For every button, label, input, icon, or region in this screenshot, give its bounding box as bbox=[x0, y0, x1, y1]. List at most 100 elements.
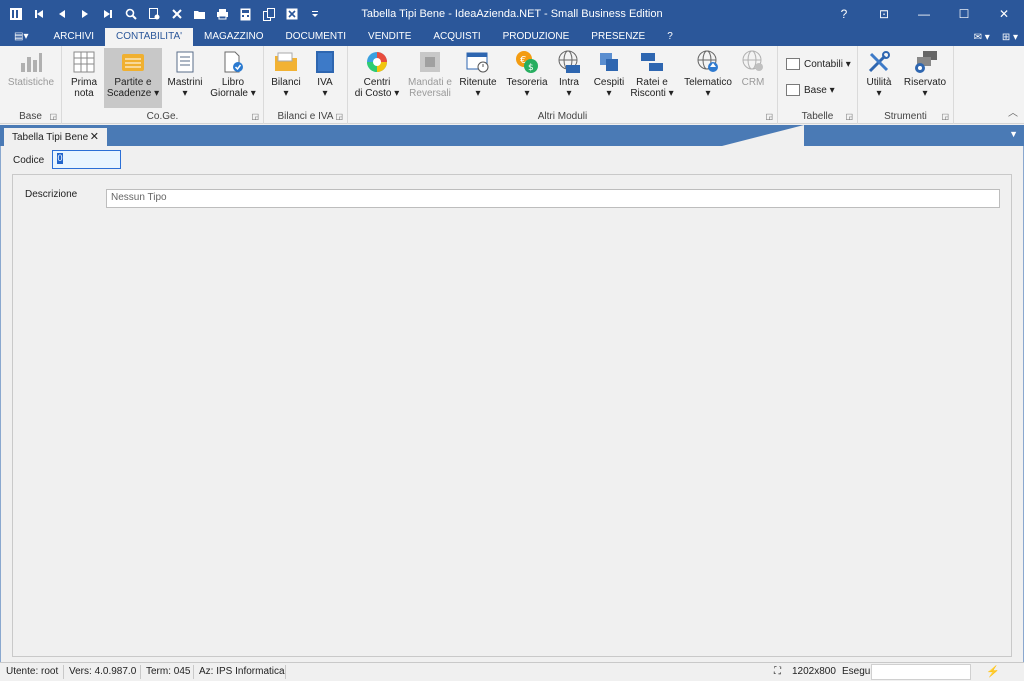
group-label-coge: Co.Ge. bbox=[146, 111, 179, 122]
tesoreria-button[interactable]: € $ Tesoreria ▾ bbox=[504, 48, 550, 99]
bilanci-button[interactable]: Bilanci ▾ bbox=[270, 48, 302, 99]
globe-pin-icon bbox=[741, 50, 765, 74]
tabelle-contabili-button[interactable]: Contabili ▾ bbox=[786, 58, 851, 70]
file-menu-button[interactable]: ▤▾ bbox=[0, 28, 42, 46]
currency-coins-icon: € $ bbox=[515, 50, 539, 74]
document-icon bbox=[173, 50, 197, 74]
iva-button[interactable]: IVA ▾ bbox=[310, 48, 340, 99]
descrizione-label: Descrizione bbox=[25, 189, 78, 200]
color-wheel-icon bbox=[365, 50, 389, 74]
window-layout-menu-icon[interactable]: ⊞ ▾ bbox=[1002, 32, 1018, 43]
libro-giornale-button[interactable]: Libro Giornale ▾ bbox=[208, 48, 258, 99]
tab-bar-wedge bbox=[722, 125, 804, 146]
status-user: Utente: root bbox=[6, 666, 59, 677]
group-bilanci-iva: Bilanci ▾ IVA ▾ Bilanci e IVA ◲ bbox=[264, 46, 348, 124]
centri-di-costo-button[interactable]: Centri di Costo ▾ bbox=[352, 48, 402, 99]
stop-icon bbox=[418, 50, 442, 74]
dialog-launcher-icon[interactable]: ◲ bbox=[49, 112, 57, 121]
tab-contabilita[interactable]: CONTABILITA' bbox=[105, 28, 194, 46]
group-label-altri-moduli: Altri Moduli bbox=[537, 111, 588, 122]
document-tab[interactable]: Tabella Tipi Bene ✕ bbox=[4, 128, 107, 146]
lightning-icon[interactable]: ⚡ bbox=[986, 665, 1000, 678]
group-tabelle: Contabili ▾ Base ▾ Tabelle ◲ bbox=[778, 46, 858, 124]
dialog-launcher-icon[interactable]: ◲ bbox=[335, 112, 343, 121]
status-resolution: 1202x800 bbox=[792, 666, 836, 677]
status-bar: Utente: root Vers: 4.0.987.0 Term: 045 A… bbox=[0, 662, 1024, 681]
dialog-launcher-icon[interactable]: ◲ bbox=[941, 112, 949, 121]
window-clock-icon bbox=[466, 50, 490, 74]
globe-upload-icon bbox=[696, 50, 720, 74]
document-tab-bar: Tabella Tipi Bene ✕ ▼ bbox=[0, 125, 1024, 146]
dialog-launcher-icon[interactable]: ◲ bbox=[845, 112, 853, 121]
collapse-ribbon-icon[interactable]: ︿ bbox=[1008, 104, 1018, 119]
group-label-strumenti: Strumenti bbox=[884, 111, 927, 122]
codice-input[interactable]: 0 bbox=[52, 150, 121, 169]
mastrini-button[interactable]: Mastrini ▾ bbox=[166, 48, 204, 99]
tab-acquisti[interactable]: ACQUISTI bbox=[422, 28, 491, 46]
codice-value: 0 bbox=[57, 153, 63, 164]
ribbon-tab-strip: ▤▾ ARCHIVI CONTABILITA' MAGAZZINO DOCUME… bbox=[0, 28, 1024, 46]
tab-magazzino[interactable]: MAGAZZINO bbox=[193, 28, 274, 46]
codice-label: Codice bbox=[13, 155, 45, 166]
fullscreen-icon[interactable]: ⛶ bbox=[774, 666, 781, 677]
table-icon bbox=[786, 84, 800, 96]
status-version: Vers: 4.0.987.0 bbox=[69, 666, 137, 677]
verified-document-icon bbox=[221, 50, 245, 74]
restore-layout-button[interactable]: ⊡ bbox=[864, 0, 904, 28]
mail-menu-icon[interactable]: ✉ ▾ bbox=[974, 32, 990, 43]
riservato-button[interactable]: Riservato ▾ bbox=[902, 48, 948, 99]
group-strumenti: Utilità ▾ Riservato ▾ Strumenti ◲ bbox=[858, 46, 954, 124]
document-tab-label: Tabella Tipi Bene bbox=[12, 131, 89, 143]
ledger-icon bbox=[121, 50, 145, 74]
minimize-button[interactable]: — bbox=[904, 0, 944, 28]
utilita-button[interactable]: Utilità ▾ bbox=[864, 48, 894, 99]
descrizione-input[interactable]: Nessun Tipo bbox=[106, 189, 1000, 208]
table-icon bbox=[786, 58, 800, 70]
tab-documenti[interactable]: DOCUMENTI bbox=[274, 28, 357, 46]
tab-help[interactable]: ? bbox=[656, 28, 684, 46]
globe-abc-icon bbox=[557, 50, 581, 74]
tab-vendite[interactable]: VENDITE bbox=[357, 28, 422, 46]
folder-stack-icon bbox=[274, 50, 298, 74]
settings-windows-icon bbox=[913, 50, 937, 74]
esegui-input[interactable] bbox=[871, 664, 971, 680]
help-button[interactable]: ? bbox=[824, 0, 864, 28]
prima-nota-button[interactable]: Prima nota bbox=[66, 48, 102, 99]
stacked-blocks-icon bbox=[597, 50, 621, 74]
cespiti-button[interactable]: Cespiti ▾ bbox=[592, 48, 626, 99]
mandati-reversali-button[interactable]: Mandati e Reversali bbox=[406, 48, 454, 99]
tab-presenze[interactable]: PRESENZE bbox=[580, 28, 656, 46]
group-coge: Prima nota Partite e Scadenze ▾ Mastrini… bbox=[62, 46, 264, 124]
form-area: Codice 0 Descrizione Nessun Tipo bbox=[0, 146, 1024, 662]
tab-produzione[interactable]: PRODUZIONE bbox=[492, 28, 581, 46]
close-tab-icon[interactable]: ✕ bbox=[90, 130, 99, 143]
tab-list-dropdown-icon[interactable]: ▼ bbox=[1009, 129, 1018, 139]
crm-button[interactable]: CRM bbox=[738, 48, 768, 88]
journal-grid-icon bbox=[72, 50, 96, 74]
group-base: Statistiche Base ◲ bbox=[0, 46, 62, 124]
group-altri-moduli: Centri di Costo ▾ Mandati e Reversali Ri… bbox=[348, 46, 778, 124]
ritenute-button[interactable]: Ritenute ▾ bbox=[458, 48, 498, 99]
status-terminal: Term: 045 bbox=[146, 666, 191, 677]
telematico-button[interactable]: Telematico ▾ bbox=[682, 48, 734, 99]
tabelle-base-button[interactable]: Base ▾ bbox=[786, 84, 835, 96]
dialog-launcher-icon[interactable]: ◲ bbox=[251, 112, 259, 121]
ribbon: Statistiche Base ◲ Prima nota Partite e … bbox=[0, 46, 1024, 124]
ratei-risconti-button[interactable]: Ratei e Risconti ▾ bbox=[630, 48, 674, 99]
esegui-label: Esegui bbox=[842, 666, 873, 677]
book-icon bbox=[313, 50, 337, 74]
details-panel: Descrizione Nessun Tipo bbox=[12, 174, 1012, 657]
split-blocks-icon bbox=[640, 50, 664, 74]
status-company: Az: IPS Informatica bbox=[199, 666, 285, 677]
intra-button[interactable]: Intra ▾ bbox=[554, 48, 584, 99]
title-bar: Tabella Tipi Bene - IdeaAzienda.NET - Sm… bbox=[0, 0, 1024, 28]
dialog-launcher-icon[interactable]: ◲ bbox=[765, 112, 773, 121]
close-window-button[interactable]: ✕ bbox=[984, 0, 1024, 28]
tools-icon bbox=[867, 50, 891, 74]
tab-archivi[interactable]: ARCHIVI bbox=[42, 28, 105, 46]
bar-chart-icon bbox=[19, 50, 43, 74]
partite-scadenze-button[interactable]: Partite e Scadenze ▾ bbox=[104, 48, 162, 108]
statistiche-button[interactable]: Statistiche bbox=[4, 48, 58, 88]
maximize-button[interactable]: ☐ bbox=[944, 0, 984, 28]
svg-text:$: $ bbox=[528, 63, 534, 73]
